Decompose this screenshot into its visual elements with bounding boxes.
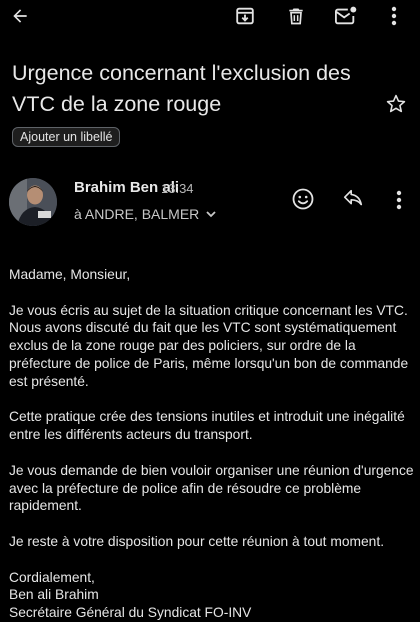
emoji-reaction-icon[interactable] <box>290 186 316 212</box>
email-body: Madame, Monsieur, Je vous écris au sujet… <box>9 266 414 622</box>
delete-icon[interactable] <box>284 4 308 28</box>
star-icon[interactable] <box>383 91 409 117</box>
more-vert-icon[interactable] <box>384 4 404 28</box>
signature-title: Secrétaire Général du Syndicat FO-INV <box>9 605 252 621</box>
message-more-icon[interactable] <box>390 188 408 212</box>
body-closing: Cordialement, <box>9 569 95 585</box>
reply-icon[interactable] <box>340 186 366 212</box>
signature-name: Ben ali Brahim <box>9 587 99 603</box>
recipients-toggle[interactable]: à ANDRE, BALMER <box>74 206 217 222</box>
avatar[interactable] <box>9 178 57 226</box>
body-paragraph-2: Cette pratique crée des tensions inutile… <box>9 409 405 443</box>
body-paragraph-3: Je vous demande de bien vouloir organise… <box>9 462 414 514</box>
chevron-down-icon <box>205 208 217 220</box>
arrow-back-icon[interactable] <box>8 4 32 28</box>
body-paragraph-4: Je reste à votre disposition pour cette … <box>9 533 385 549</box>
body-greeting: Madame, Monsieur, <box>9 267 131 282</box>
body-paragraph-1: Je vous écris au sujet de la situation c… <box>9 302 409 389</box>
email-time: 13:34 <box>161 181 194 196</box>
archive-icon[interactable] <box>233 4 257 28</box>
add-label-button[interactable]: Ajouter un libellé <box>12 127 121 147</box>
email-subject: Urgence concernant l'exclusion des VTC d… <box>12 61 351 116</box>
recipients-text: à ANDRE, BALMER <box>74 206 200 222</box>
mark-unread-icon[interactable] <box>333 4 359 28</box>
top-app-bar <box>0 0 420 34</box>
